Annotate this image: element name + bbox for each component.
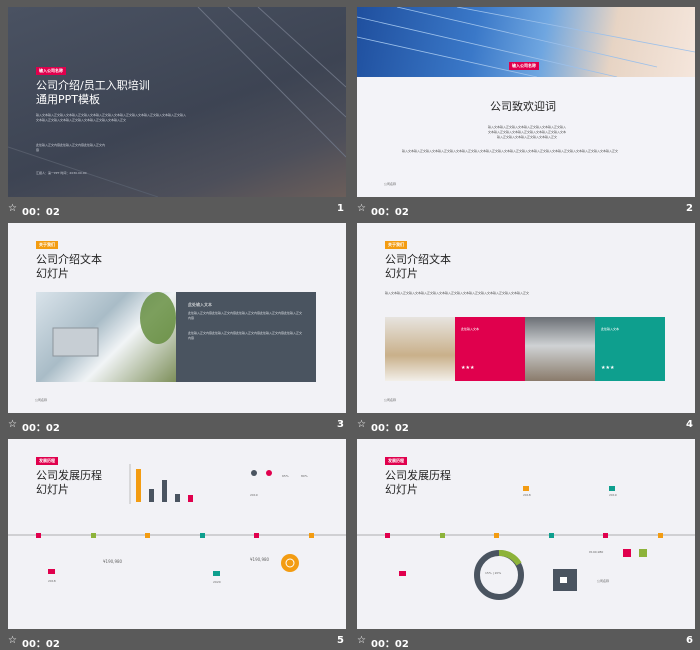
year-label: 2018: [48, 579, 56, 583]
female-percent: 80%: [301, 474, 308, 478]
slide-body-2: 输入文本输入正文输入文本输入正文输入文本输入正文输入文本输入正文输入文本输入正文…: [402, 149, 619, 153]
slide-meta-1: ☆ 00：02 1: [8, 203, 346, 218]
male-percent: 65%: [282, 474, 289, 478]
card-title: 此处输入文本: [601, 327, 620, 331]
slide-1-canvas: 输入公司名称 公司介绍/员工入职培训 通用PPT模板 输入文本输入正文输入文本输…: [8, 7, 346, 197]
slide-footer: 公司名称: [384, 182, 397, 186]
slide-title: 公司介绍文本: [385, 253, 451, 266]
slide-4-canvas: 关于我们 公司介绍文本 幻灯片 输入文本输入正文输入文本输入正文输入文本输入正文…: [357, 223, 695, 413]
slide-5-canvas: 发展历程 公司发展历程 幻灯片 65% 80% ¥190,980 ¥190,98…: [8, 439, 346, 629]
slide-sub: 此处输入正文内容此处输入正文内容此处输入正文内容: [36, 143, 106, 152]
slide-number: 4: [686, 419, 693, 430]
slide-duration: 00：02: [22, 423, 60, 434]
slide-footer: 公司名称: [384, 398, 397, 402]
slide-duration: 00：02: [371, 639, 409, 650]
slide-subtitle: 幻灯片: [385, 267, 418, 280]
star-icon[interactable]: ☆: [8, 635, 17, 646]
slide-meta-2: ☆ 00：02 2: [357, 203, 695, 218]
slide-duration: 00：02: [371, 207, 409, 218]
slide-body: 输入文本输入正文输入文本输入正文输入文本输入正文输入文本输入正文输入文本输入正文…: [385, 291, 530, 295]
money-label: ¥190,980: [103, 559, 123, 564]
office-photo-1: [385, 317, 455, 381]
card-stars: ★★★: [601, 365, 615, 371]
card-stars: ★★★: [461, 365, 475, 371]
star-icon[interactable]: ☆: [357, 419, 366, 430]
card-title: 此处输入文本: [461, 327, 480, 331]
star-icon[interactable]: ☆: [8, 419, 17, 430]
slide-meta-3: ☆ 00：02 3: [8, 419, 346, 434]
ring-percent: 15% | 20%: [485, 571, 502, 575]
slide-duration: 00：02: [22, 639, 60, 650]
year-label: 2019: [250, 493, 258, 497]
company-name-tag: 输入公司名称: [36, 67, 66, 75]
slide-6-canvas: 发展历程 公司发展历程 幻灯片 15% | 20% 2018 2019 ¥190…: [357, 439, 695, 629]
slide-meta-4: ☆ 00：02 4: [357, 419, 695, 434]
slide-duration: 00：02: [371, 423, 409, 434]
slide-number: 5: [337, 635, 344, 646]
slide-subtitle: 通用PPT模板: [36, 93, 100, 106]
slide-title: 公司致欢迎词: [490, 100, 556, 113]
slide-number: 6: [686, 635, 693, 646]
money-label-2: ¥190,980: [250, 557, 270, 562]
slide-number: 1: [337, 203, 344, 214]
slide-footer: 公司名称: [597, 579, 610, 583]
text-box-body-2: 此处输入正文内容此处输入正文内容此处输入正文内容此处输入正文内容此处输入正文内容: [188, 331, 303, 340]
slide-3-canvas: 关于我们 公司介绍文本 幻灯片 此处输入文本 此处输入正文内容此处输入正文内容此…: [8, 223, 346, 413]
year-label: 2019: [609, 493, 617, 497]
slide-body: 输入文本输入正文输入文本输入正文输入文本输入正文输入文本输入正文输入文本输入正文…: [487, 125, 566, 139]
year-label: 2020: [213, 580, 221, 584]
star-icon[interactable]: ☆: [357, 203, 366, 214]
company-name-tag: 输入公司名称: [509, 62, 539, 70]
office-photo-2: [525, 317, 595, 381]
star-icon[interactable]: ☆: [8, 203, 17, 214]
timeline-graphic: [357, 486, 695, 600]
slide-number: 2: [686, 203, 693, 214]
slide-footer: 公司名称: [35, 398, 48, 402]
year-label: 2018: [523, 493, 531, 497]
about-tag: 关于我们: [385, 241, 407, 249]
star-icon[interactable]: ☆: [357, 635, 366, 646]
slide-2-canvas: 输入公司名称 公司致欢迎词 输入文本输入正文输入文本输入正文输入文本输入正文输入…: [357, 7, 695, 197]
slide-footer: 汇报人：第一PPT 时间：2030.00.00: [36, 171, 87, 175]
slide-meta-6: ☆ 00：02 6: [357, 635, 695, 650]
text-box-body: 此处输入正文内容此处输入正文内容此处输入正文内容此处输入正文内容此处输入正文内容: [188, 311, 303, 320]
slide-meta-5: ☆ 00：02 5: [8, 635, 346, 650]
slide-duration: 00：02: [22, 207, 60, 218]
timeline-graphic: [8, 464, 346, 576]
money-label: ¥190,980: [589, 550, 604, 554]
slide-title: 公司介绍/员工入职培训: [36, 79, 150, 92]
text-box-title: 此处输入文本: [188, 302, 212, 307]
slide-body: 输入文本输入正文输入文本输入正文输入文本输入正文输入文本输入正文输入文本输入正文…: [36, 113, 187, 122]
slide-number: 3: [337, 419, 344, 430]
